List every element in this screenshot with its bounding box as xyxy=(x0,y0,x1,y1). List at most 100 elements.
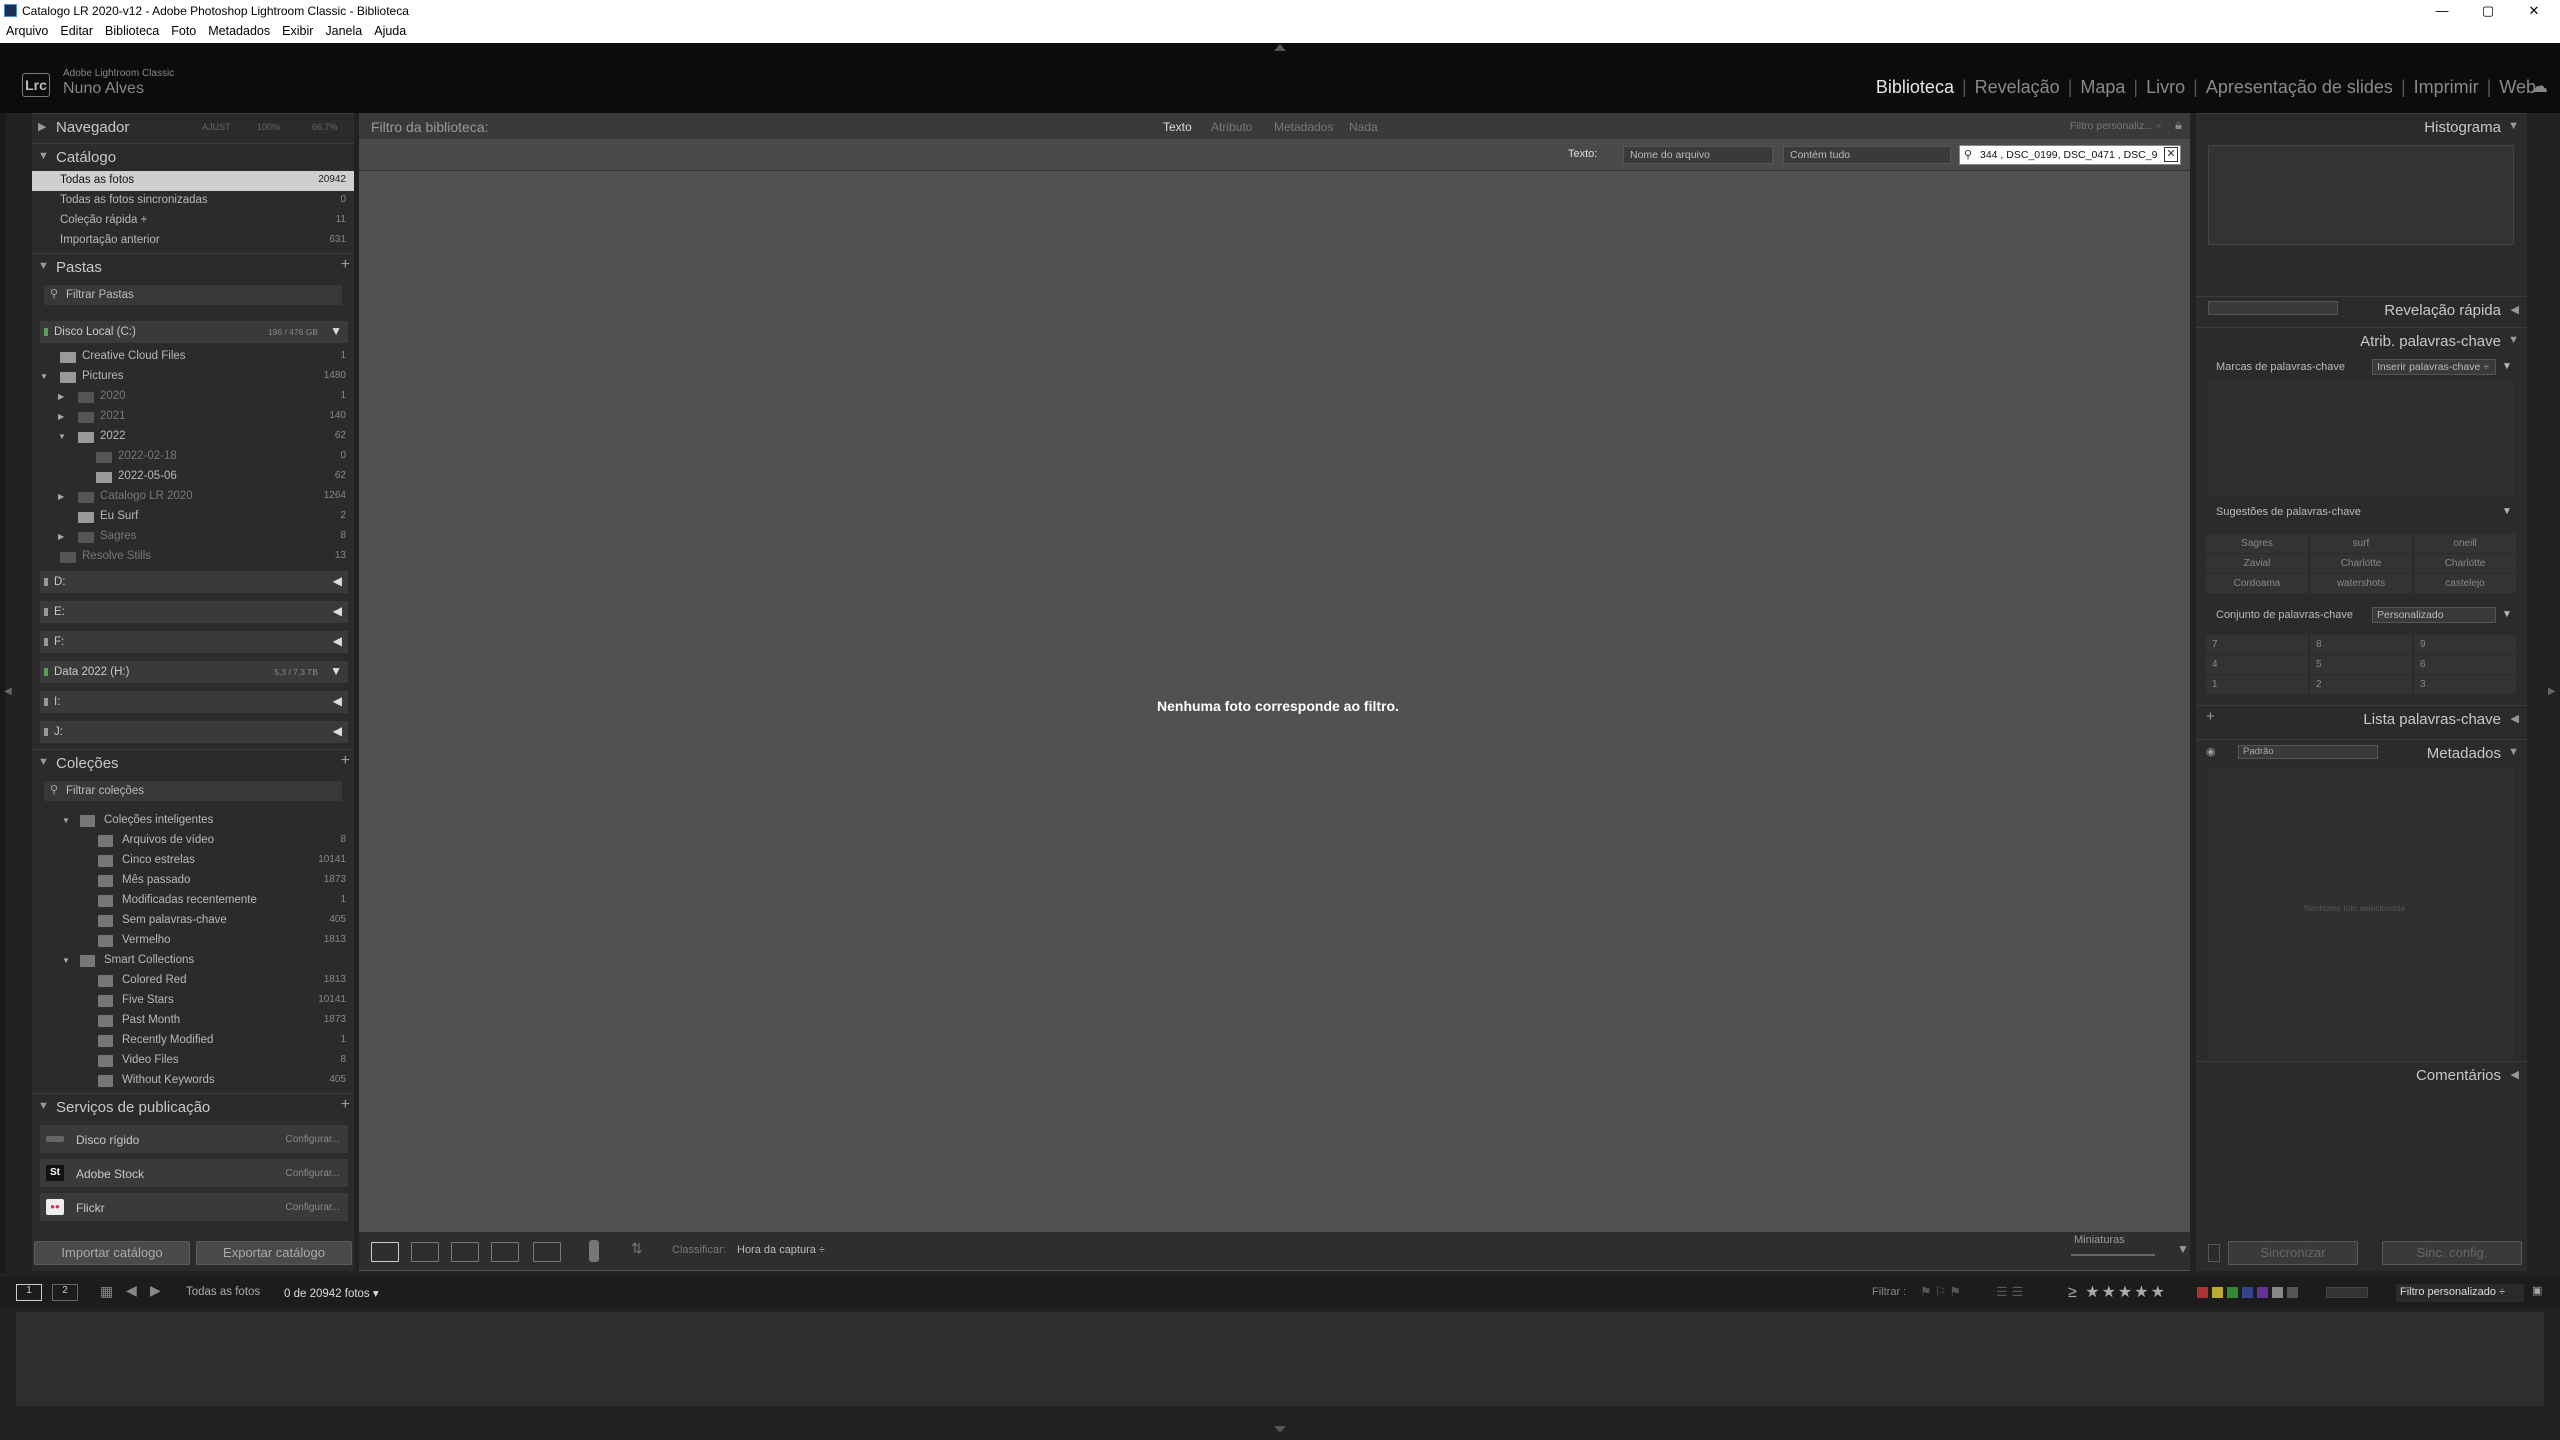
color-label-filter-5[interactable] xyxy=(2272,1287,2283,1298)
filmstrip[interactable] xyxy=(16,1312,2544,1406)
menu-item-7[interactable]: Ajuda xyxy=(368,21,412,38)
smart-collection-item[interactable]: Colored Red 1813 xyxy=(32,971,354,991)
volume[interactable]: E: ◀ xyxy=(40,601,348,623)
folder-triangle-icon[interactable]: ▶ xyxy=(58,412,64,421)
collapse-bottom-arrow-icon[interactable] xyxy=(1274,1426,1286,1433)
kind-filter-icons[interactable] xyxy=(2326,1287,2368,1298)
keyword-set-item[interactable]: 3 xyxy=(2414,675,2517,695)
volume[interactable]: I: ◀ xyxy=(40,691,348,713)
keyword-suggestion[interactable]: oneill xyxy=(2414,534,2517,554)
secondary-window-1-button[interactable]: 1 xyxy=(16,1284,42,1301)
keyword-set-item[interactable]: 6 xyxy=(2414,655,2517,675)
import-catalog-button[interactable]: Importar catálogo xyxy=(34,1241,190,1265)
collection-set[interactable]: ▼ Coleções inteligentes xyxy=(32,811,354,831)
folder-item[interactable]: Eu Surf 2 xyxy=(32,507,354,527)
collapse-top-arrow-icon[interactable] xyxy=(1274,44,1286,51)
folder-item[interactable]: ▶ 2020 1 xyxy=(32,387,354,407)
module-5[interactable]: Imprimir xyxy=(2406,77,2487,98)
smart-collection-item[interactable]: Video Files 8 xyxy=(32,1051,354,1071)
navigator-header-triangle-icon[interactable]: ▶ xyxy=(38,120,46,133)
filter-tab-1[interactable]: Atributo xyxy=(1211,120,1252,134)
folder-item[interactable]: 2022-02-18 0 xyxy=(32,447,354,467)
catalog-item[interactable]: Todas as fotos 20942 xyxy=(32,171,354,191)
keyword-list-header[interactable]: Lista palavras-chave ◀ + xyxy=(2196,705,2527,731)
sync-button[interactable]: Sincronizar xyxy=(2228,1241,2358,1265)
color-label-filter-3[interactable] xyxy=(2242,1287,2253,1298)
keyword-suggestion[interactable]: Charlotte xyxy=(2310,554,2413,574)
publish-header-triangle-icon[interactable]: ▼ xyxy=(38,1100,49,1112)
view-mode-icon-3[interactable] xyxy=(491,1242,519,1262)
back-arrow-icon[interactable]: ◀ xyxy=(126,1282,137,1299)
comments-header-triangle-icon[interactable]: ◀ xyxy=(2511,1068,2519,1081)
volume-arrow-icon[interactable]: ▼ xyxy=(330,664,342,678)
minimize-button[interactable]: — xyxy=(2419,0,2465,21)
sync-settings-button[interactable]: Sinc. config. xyxy=(2382,1241,2522,1265)
keyword-suggestion[interactable]: watershots xyxy=(2310,574,2413,594)
quick-develop-header-triangle-icon[interactable]: ◀ xyxy=(2511,303,2519,316)
navigator-zoom-2[interactable]: 66.7% xyxy=(312,122,338,132)
filter-tab-3[interactable]: Nada xyxy=(1349,120,1378,134)
volume-arrow-icon[interactable]: ◀ xyxy=(333,574,342,588)
keywording-header-triangle-icon[interactable]: ▼ xyxy=(2508,334,2519,346)
metadata-view-icon[interactable]: ◉ xyxy=(2206,745,2216,758)
smart-collection-item[interactable]: Sem palavras-chave 405 xyxy=(32,911,354,931)
folders-header-triangle-icon[interactable]: ▼ xyxy=(38,260,49,272)
keyword-set-item[interactable]: 4 xyxy=(2206,655,2309,675)
quick-develop-header[interactable]: Revelação rápida ◀ xyxy=(2196,296,2527,322)
thumbnail-size-slider[interactable] xyxy=(2071,1254,2155,1256)
publish-configure-link[interactable]: Configurar... xyxy=(286,1134,340,1145)
publish-service[interactable]: ●● Flickr Configurar... xyxy=(40,1193,348,1221)
painter-icon[interactable] xyxy=(589,1240,599,1262)
color-label-filter-0[interactable] xyxy=(2197,1287,2208,1298)
view-mode-icon-1[interactable] xyxy=(411,1242,439,1262)
keyword-list-header-triangle-icon[interactable]: ◀ xyxy=(2511,712,2519,725)
lock-icon[interactable]: 🔒︎ xyxy=(2175,117,2182,133)
filmstrip-lock-icon[interactable]: ▣ xyxy=(2532,1284,2542,1297)
smart-collection-item[interactable]: Five Stars 10141 xyxy=(32,991,354,1011)
sync-toggle-icon[interactable] xyxy=(2208,1244,2220,1262)
folder-filter-input[interactable]: ⚲ Filtrar Pastas xyxy=(44,285,342,305)
folders-header[interactable]: ▼ Pastas + xyxy=(32,253,354,279)
keyword-suggestion[interactable]: Zavial xyxy=(2206,554,2309,574)
smart-collection-item[interactable]: Cinco estrelas 10141 xyxy=(32,851,354,871)
rating-filter-stars[interactable]: ≥ ★★★★★ xyxy=(2068,1282,2167,1302)
publish-service[interactable]: Disco rígido Configurar... xyxy=(40,1125,348,1153)
module-3[interactable]: Livro xyxy=(2138,77,2193,98)
volume[interactable]: J: ◀ xyxy=(40,721,348,743)
volume-arrow-icon[interactable]: ◀ xyxy=(333,604,342,618)
menu-item-3[interactable]: Foto xyxy=(165,21,202,38)
publish-service[interactable]: St Adobe Stock Configurar... xyxy=(40,1159,348,1187)
collections-header-triangle-icon[interactable]: ▼ xyxy=(38,756,49,768)
filmstrip-source[interactable]: Todas as fotos xyxy=(186,1286,260,1298)
keyword-set-item[interactable]: 5 xyxy=(2310,655,2413,675)
folder-item[interactable]: ▶ Catalogo LR 2020 1264 xyxy=(32,487,354,507)
filter-preset-select[interactable]: Filtro personaliz... ÷ xyxy=(2070,120,2162,132)
collection-set[interactable]: ▼ Smart Collections xyxy=(32,951,354,971)
publish-configure-link[interactable]: Configurar... xyxy=(286,1168,340,1179)
module-2[interactable]: Mapa xyxy=(2072,77,2133,98)
navigator-zoom-1[interactable]: 100% xyxy=(257,122,280,132)
keyword-tags-textarea[interactable] xyxy=(2208,381,2514,497)
folder-triangle-icon[interactable]: ▶ xyxy=(58,532,64,541)
view-mode-icon-2[interactable] xyxy=(451,1242,479,1262)
folder-triangle-icon[interactable]: ▶ xyxy=(58,392,64,401)
grid-view-icon[interactable]: ▦ xyxy=(100,1283,113,1300)
keyword-suggestion[interactable]: castelejo xyxy=(2414,574,2517,594)
menu-item-2[interactable]: Biblioteca xyxy=(99,21,165,38)
volume-arrow-icon[interactable]: ◀ xyxy=(333,634,342,648)
module-4[interactable]: Apresentação de slides xyxy=(2198,77,2401,98)
color-label-filter-4[interactable] xyxy=(2257,1287,2268,1298)
catalog-item[interactable]: Coleção rápida + 11 xyxy=(32,211,354,231)
filter-tab-0[interactable]: Texto xyxy=(1163,120,1192,134)
collection-set-triangle-icon[interactable]: ▼ xyxy=(62,956,70,965)
smart-collection-item[interactable]: Modificadas recentemente 1 xyxy=(32,891,354,911)
keyword-suggestion[interactable]: surf xyxy=(2310,534,2413,554)
keyword-set-triangle-icon[interactable]: ▼ xyxy=(2502,609,2512,620)
catalog-item[interactable]: Todas as fotos sincronizadas 0 xyxy=(32,191,354,211)
publish-header[interactable]: ▼ Serviços de publicação + xyxy=(32,1093,354,1119)
metadata-header[interactable]: Metadados ▼ ◉ Padrão xyxy=(2196,739,2527,765)
secondary-window-2-button[interactable]: 2 xyxy=(52,1284,78,1301)
flag-filter-icons[interactable]: ⚑⚐⚑ xyxy=(1920,1284,1964,1300)
menu-item-4[interactable]: Metadados xyxy=(202,21,276,38)
forward-arrow-icon[interactable]: ▶ xyxy=(150,1282,161,1299)
